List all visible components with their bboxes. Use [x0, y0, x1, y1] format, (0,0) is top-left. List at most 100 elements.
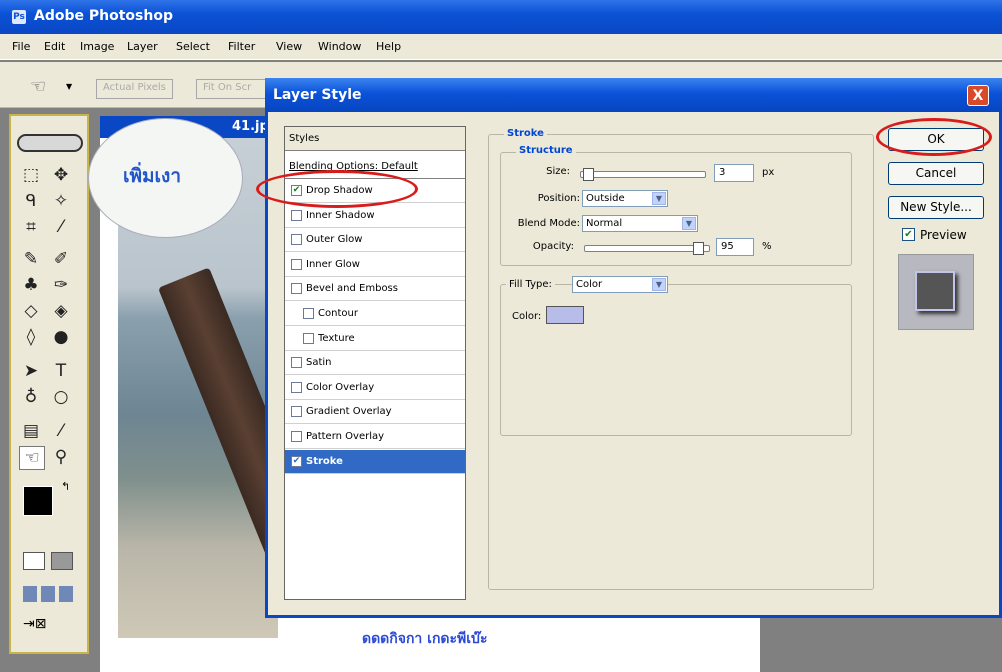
position-label: Position:	[537, 193, 580, 204]
menu-select[interactable]: Select	[176, 40, 210, 53]
menu-window[interactable]: Window	[318, 40, 361, 53]
size-slider[interactable]	[580, 168, 706, 181]
menu-file[interactable]: File	[12, 40, 30, 53]
screen-mode-icons[interactable]	[23, 586, 73, 602]
toolbox: ⬚ ✥ ᑫ ✧ ⌗ ⁄ ✎ ✐ ♣ ✑ ◇ ◈ ◊ ● ➤ T ♁ ○ ▤ ⁄ …	[9, 114, 89, 654]
burn-tool-icon[interactable]: ●	[49, 326, 73, 348]
style-item-gradient-overlay[interactable]: Gradient Overlay	[285, 400, 465, 425]
style-preview-box	[898, 254, 974, 330]
style-item-satin[interactable]: Satin	[285, 351, 465, 376]
style-item-contour[interactable]: Contour	[285, 302, 465, 326]
size-input[interactable]: 3	[714, 164, 754, 182]
menu-image[interactable]: Image	[80, 40, 114, 53]
actual-pixels-button[interactable]: Actual Pixels	[96, 79, 173, 99]
blend-mode-value: Normal	[586, 218, 623, 229]
eyedropper-tool-icon[interactable]: ⁄	[49, 420, 73, 442]
style-item-inner-shadow[interactable]: Inner Shadow	[285, 204, 465, 228]
style-checkbox[interactable]	[291, 283, 302, 295]
photoshop-logo-icon: Ps	[12, 10, 26, 24]
style-item-outer-glow[interactable]: Outer Glow	[285, 228, 465, 253]
crop-tool-icon[interactable]: ⌗	[19, 216, 43, 238]
foreground-color-swatch[interactable]	[23, 486, 53, 516]
zoom-tool-icon[interactable]: ⚲	[49, 446, 73, 468]
style-checkbox[interactable]	[291, 209, 302, 221]
position-value: Outside	[586, 193, 625, 204]
chevron-down-icon: ▼	[682, 217, 696, 230]
slice-tool-icon[interactable]: ⁄	[49, 216, 73, 238]
style-item-label: Stroke	[306, 455, 343, 467]
shape-tool-icon[interactable]: ○	[49, 386, 73, 408]
hand-tool-icon[interactable]: ☜	[30, 76, 46, 97]
style-checkbox[interactable]: ✔	[291, 455, 302, 467]
eraser-tool-icon[interactable]: ◇	[19, 300, 43, 322]
style-item-color-overlay[interactable]: Color Overlay	[285, 376, 465, 400]
history-brush-tool-icon[interactable]: ✑	[49, 274, 73, 296]
path-selection-tool-icon[interactable]: ➤	[19, 360, 43, 382]
quick-mask-mode-icon[interactable]	[51, 552, 73, 570]
chevron-down-icon[interactable]: ▼	[66, 82, 72, 91]
opacity-unit: %	[762, 241, 772, 252]
style-checkbox[interactable]	[291, 357, 302, 369]
style-checkbox[interactable]	[291, 381, 302, 393]
paint-bucket-tool-icon[interactable]: ◈	[49, 300, 73, 322]
style-item-label: Inner Glow	[306, 258, 360, 270]
cancel-button[interactable]: Cancel	[888, 162, 984, 185]
style-checkbox[interactable]	[303, 308, 314, 319]
style-item-label: Texture	[318, 332, 355, 344]
clone-stamp-tool-icon[interactable]: ♣	[19, 274, 43, 296]
opacity-slider-thumb[interactable]	[693, 242, 704, 255]
menu-filter[interactable]: Filter	[228, 40, 255, 53]
styles-header[interactable]: Styles	[285, 127, 465, 151]
opacity-label: Opacity:	[532, 241, 574, 252]
opacity-slider[interactable]	[584, 242, 710, 255]
style-item-inner-glow[interactable]: Inner Glow	[285, 253, 465, 277]
marquee-tool-icon[interactable]: ⬚	[19, 164, 43, 186]
standard-mode-icon[interactable]	[23, 552, 45, 570]
size-unit: px	[762, 167, 775, 178]
lasso-tool-icon[interactable]: ᑫ	[19, 190, 43, 212]
move-tool-icon[interactable]: ✥	[49, 164, 73, 186]
blend-mode-select[interactable]: Normal ▼	[582, 215, 698, 232]
style-checkbox[interactable]	[291, 234, 302, 246]
opacity-input[interactable]: 95	[716, 238, 754, 256]
document-title: 41.jp	[232, 119, 269, 134]
fill-type-select[interactable]: Color ▼	[572, 276, 668, 293]
blur-tool-icon[interactable]: ◊	[19, 326, 43, 348]
magic-wand-tool-icon[interactable]: ✧	[49, 190, 73, 212]
style-checkbox[interactable]	[291, 431, 302, 442]
preview-label: Preview	[920, 228, 967, 242]
hand-tool-icon[interactable]: ☜	[19, 446, 45, 470]
stroke-color-swatch[interactable]	[546, 306, 584, 324]
new-style-button[interactable]: New Style...	[888, 196, 984, 219]
jump-to-imageready-icon[interactable]: ⇥⊠	[23, 616, 73, 634]
style-item-texture[interactable]: Texture	[285, 327, 465, 351]
position-select[interactable]: Outside ▼	[582, 190, 668, 207]
swap-colors-icon[interactable]: ↰	[61, 480, 70, 493]
healing-brush-tool-icon[interactable]: ✎	[19, 248, 43, 270]
close-button[interactable]: X	[967, 85, 989, 106]
style-checkbox[interactable]	[291, 406, 302, 418]
style-item-stroke[interactable]: ✔ Stroke	[285, 449, 465, 474]
size-slider-thumb[interactable]	[583, 168, 594, 181]
style-item-label: Contour	[318, 308, 358, 319]
style-item-pattern-overlay[interactable]: Pattern Overlay	[285, 425, 465, 449]
style-checkbox[interactable]	[291, 258, 302, 270]
fit-on-screen-button[interactable]: Fit On Scr	[196, 79, 266, 99]
style-item-label: Bevel and Emboss	[306, 283, 398, 295]
fill-type-value: Color	[576, 279, 603, 290]
style-item-label: Inner Shadow	[306, 209, 375, 221]
style-item-bevel-and-emboss[interactable]: Bevel and Emboss	[285, 277, 465, 302]
type-tool-icon[interactable]: T	[49, 360, 73, 382]
menu-layer[interactable]: Layer	[127, 40, 158, 53]
pen-tool-icon[interactable]: ♁	[19, 386, 43, 408]
style-preview-swatch	[915, 271, 955, 311]
preview-checkbox[interactable]: ✔	[902, 228, 915, 241]
brush-tool-icon[interactable]: ✐	[49, 248, 73, 270]
menu-help[interactable]: Help	[376, 40, 401, 53]
style-checkbox[interactable]	[303, 332, 314, 344]
size-label: Size:	[546, 166, 570, 177]
notes-tool-icon[interactable]: ▤	[19, 420, 43, 442]
menu-edit[interactable]: Edit	[44, 40, 65, 53]
menu-view[interactable]: View	[276, 40, 302, 53]
annotation-bubble: เพิ่มเงา	[88, 118, 243, 238]
